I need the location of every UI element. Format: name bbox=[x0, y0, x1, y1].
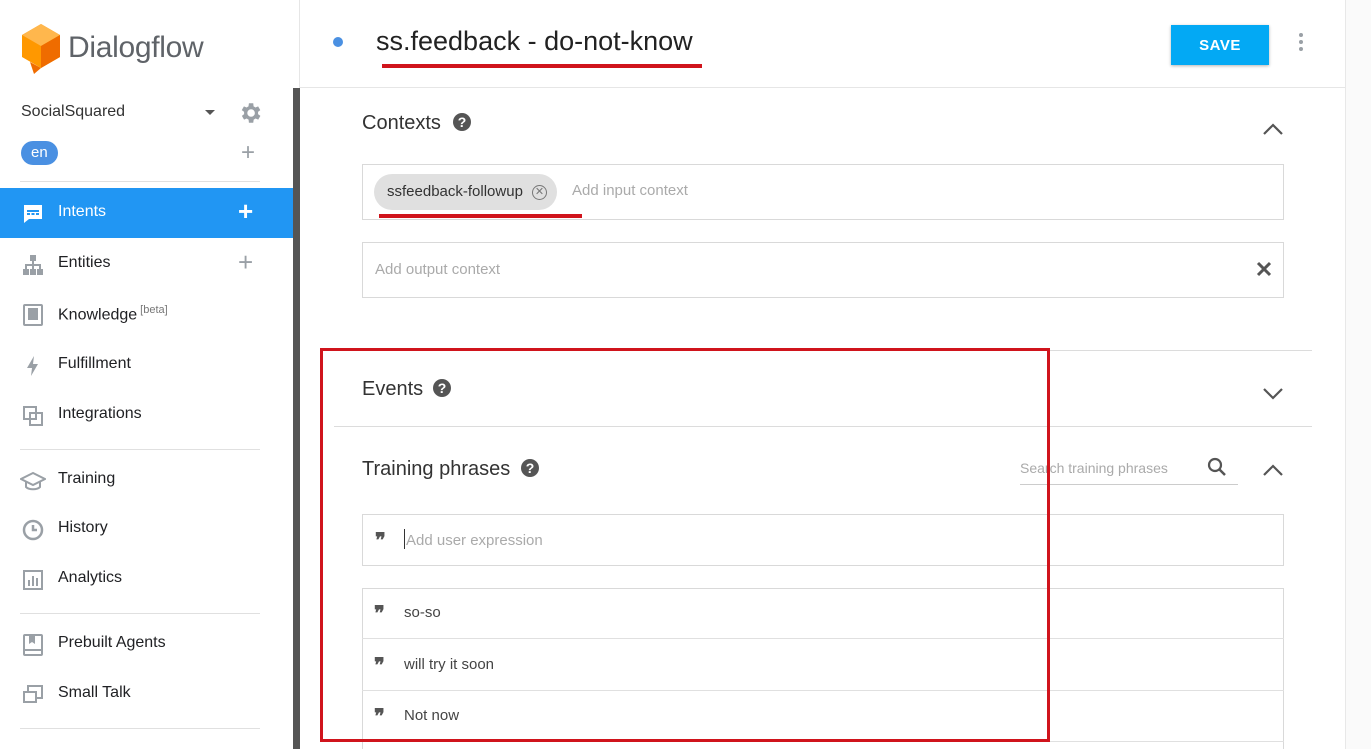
sidebar-item-history[interactable]: History bbox=[0, 504, 293, 554]
sidebar: Dialogflow SocialSquared en + Intents + … bbox=[0, 0, 300, 749]
help-icon[interactable]: ? bbox=[433, 379, 451, 397]
graduation-cap-icon bbox=[20, 468, 46, 494]
divider bbox=[334, 426, 1312, 427]
add-language-icon[interactable]: + bbox=[241, 140, 255, 166]
quote-icon: ❞ bbox=[374, 704, 385, 728]
output-context-field[interactable]: Add output context bbox=[362, 242, 1284, 298]
events-title: Events bbox=[362, 378, 424, 400]
bookmark-book-icon bbox=[20, 632, 46, 658]
sidebar-item-training[interactable]: Training bbox=[0, 455, 293, 505]
training-phrase-row[interactable]: ❞ Not now bbox=[362, 691, 1284, 742]
intent-name-input[interactable]: ss.feedback - do-not-know bbox=[376, 26, 693, 57]
help-icon[interactable]: ? bbox=[453, 113, 471, 131]
sidebar-item-fulfillment[interactable]: Fulfillment bbox=[0, 340, 293, 390]
book-icon bbox=[20, 302, 46, 328]
add-intent-icon[interactable]: + bbox=[238, 198, 253, 224]
search-placeholder: Search training phrases bbox=[1020, 460, 1168, 476]
training-phrase-text[interactable]: Not now bbox=[404, 707, 459, 724]
help-icon[interactable]: ? bbox=[521, 459, 539, 477]
chevron-up-icon[interactable] bbox=[1262, 463, 1284, 477]
search-icon[interactable] bbox=[1207, 457, 1227, 477]
chevron-down-icon[interactable] bbox=[1262, 386, 1284, 400]
sidebar-item-knowledge[interactable]: Knowledge [beta] bbox=[0, 289, 293, 339]
sidebar-item-label: Training bbox=[58, 470, 116, 487]
chevron-up-icon[interactable] bbox=[1262, 122, 1284, 136]
beta-badge: [beta] bbox=[140, 304, 168, 316]
status-dot bbox=[333, 37, 343, 47]
header: ss.feedback - do-not-know SAVE bbox=[300, 0, 1345, 88]
divider bbox=[20, 449, 260, 450]
training-phrases-title: Training phrases bbox=[362, 458, 511, 480]
add-entity-icon[interactable]: + bbox=[238, 249, 253, 275]
training-phrase-row[interactable]: ❞ will try it soon bbox=[362, 640, 1284, 691]
sidebar-item-label: Fulfillment bbox=[58, 355, 131, 372]
page-scrollbar[interactable] bbox=[1345, 0, 1371, 749]
text-cursor bbox=[404, 529, 405, 549]
agent-selector[interactable]: SocialSquared bbox=[21, 100, 266, 124]
search-training-phrases-input[interactable]: Search training phrases bbox=[1020, 455, 1238, 485]
sync-icon bbox=[20, 403, 46, 429]
chat-icon bbox=[20, 201, 46, 227]
sidebar-item-label: Small Talk bbox=[58, 684, 131, 701]
input-context-chip[interactable]: ssfeedback-followup ✕ bbox=[374, 174, 557, 210]
quote-icon: ❞ bbox=[374, 601, 385, 625]
bolt-icon bbox=[20, 353, 46, 379]
sidebar-item-prebuilt-agents[interactable]: Prebuilt Agents bbox=[0, 619, 293, 669]
sidebar-item-label: Prebuilt Agents bbox=[58, 634, 166, 651]
sidebar-item-label: Knowledge [beta] bbox=[58, 304, 168, 324]
training-phrase-text[interactable]: will try it soon bbox=[404, 656, 494, 673]
sidebar-item-label: Entities bbox=[58, 254, 111, 271]
sidebar-item-small-talk[interactable]: Small Talk bbox=[0, 669, 293, 719]
close-circle-icon[interactable]: ✕ bbox=[531, 185, 547, 200]
divider bbox=[20, 728, 260, 729]
sidebar-item-integrations[interactable]: Integrations bbox=[0, 390, 293, 440]
output-context-placeholder: Add output context bbox=[375, 261, 501, 278]
quote-icon: ❞ bbox=[375, 528, 386, 552]
logo-text: Dialogflow bbox=[68, 31, 204, 64]
agent-name: SocialSquared bbox=[21, 103, 126, 120]
add-user-expression-placeholder: Add user expression bbox=[406, 532, 543, 549]
dialogflow-logo[interactable]: Dialogflow bbox=[20, 22, 204, 74]
training-phrase-text[interactable]: so-so bbox=[404, 604, 441, 621]
sidebar-item-intents[interactable]: Intents + bbox=[0, 188, 293, 238]
save-button[interactable]: SAVE bbox=[1171, 25, 1269, 65]
close-icon[interactable] bbox=[1256, 261, 1272, 277]
chip-label: ssfeedback-followup bbox=[387, 183, 523, 200]
divider bbox=[20, 613, 260, 614]
add-user-expression-field[interactable]: ❞ Add user expression bbox=[362, 514, 1284, 566]
contexts-title: Contexts bbox=[362, 112, 441, 134]
gear-icon[interactable] bbox=[237, 100, 263, 126]
language-badge[interactable]: en bbox=[21, 141, 58, 165]
sidebar-item-label: Integrations bbox=[58, 405, 142, 422]
sidebar-scrollbar[interactable] bbox=[293, 88, 300, 749]
sidebar-item-label: Intents bbox=[58, 203, 107, 220]
training-phrase-row[interactable]: ❞ so-so bbox=[362, 588, 1284, 639]
sidebar-item-label: Analytics bbox=[58, 569, 123, 586]
sidebar-item-analytics[interactable]: Analytics bbox=[0, 554, 293, 604]
annotation-underline bbox=[382, 64, 702, 68]
language-row: en + bbox=[21, 140, 266, 167]
sidebar-item-entities[interactable]: Entities + bbox=[0, 239, 293, 289]
input-context-placeholder: Add input context bbox=[572, 182, 688, 199]
dialogflow-logo-icon bbox=[22, 24, 60, 74]
more-vert-icon[interactable] bbox=[1297, 33, 1305, 55]
chat-squares-icon bbox=[20, 682, 46, 708]
clock-icon bbox=[20, 517, 46, 543]
quote-icon: ❞ bbox=[374, 653, 385, 677]
chevron-down-icon[interactable] bbox=[205, 110, 215, 115]
divider bbox=[20, 181, 260, 182]
sidebar-item-label: History bbox=[58, 519, 108, 536]
bar-chart-icon bbox=[20, 567, 46, 593]
annotation-underline bbox=[379, 214, 582, 218]
divider bbox=[334, 350, 1312, 351]
hierarchy-icon bbox=[20, 252, 46, 278]
